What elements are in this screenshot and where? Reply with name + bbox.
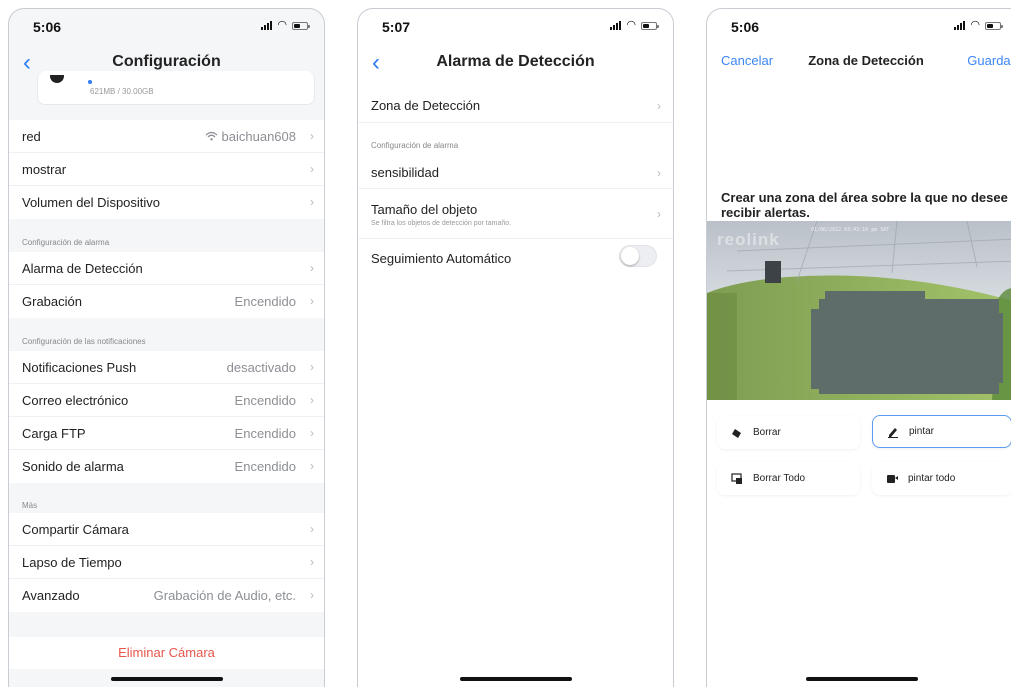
home-indicator	[110, 677, 223, 681]
camera-thumbnail	[50, 75, 64, 83]
row-display[interactable]: mostrar ›	[9, 153, 324, 186]
row-detection-alarm[interactable]: Alarma de Detección ›	[9, 252, 324, 285]
wifi-icon	[205, 131, 217, 141]
chevron-right-icon: ›	[657, 207, 661, 221]
settings-screen: 5:06 ◠ ‹ Configuración 621MB / 30.00GB r…	[8, 8, 325, 687]
row-detection-zone[interactable]: Zona de Detección ›	[358, 89, 673, 123]
row-object-size[interactable]: Tamaño del objeto Se filtra los objetos …	[358, 189, 673, 239]
chevron-right-icon: ›	[310, 195, 314, 209]
chevron-right-icon: ›	[310, 522, 314, 536]
chevron-right-icon: ›	[310, 129, 314, 143]
chevron-right-icon: ›	[657, 99, 661, 113]
row-volume[interactable]: Volumen del Dispositivo ›	[9, 186, 324, 219]
status-bar: 5:06 ◠	[707, 9, 1011, 45]
camera-card[interactable]: 621MB / 30.00GB	[37, 71, 315, 105]
notification-list: Notificaciones Push desactivado › Correo…	[9, 351, 324, 483]
paint-tool-button[interactable]: pintar	[872, 415, 1011, 448]
status-time: 5:06	[731, 19, 760, 35]
section-alarm: Configuración de alarma	[371, 141, 459, 150]
row-push[interactable]: Notificaciones Push desactivado ›	[9, 351, 324, 384]
auto-tracking-toggle[interactable]	[619, 245, 657, 267]
row-auto-tracking: Seguimiento Automático	[358, 239, 673, 277]
chevron-right-icon: ›	[310, 555, 314, 569]
erase-tool-button[interactable]: Borrar	[717, 416, 860, 449]
paint-all-button[interactable]: pintar todo	[872, 462, 1011, 495]
network-list: red baichuan608 › mostrar › Volumen del …	[9, 120, 324, 219]
status-bar: 5:06 ◠	[9, 9, 324, 45]
home-indicator	[806, 677, 918, 681]
row-sensitivity[interactable]: sensibilidad ›	[358, 156, 673, 189]
wifi-status-icon: ◠	[970, 19, 980, 31]
detection-zone-screen: 5:06 ◠ Cancelar Zona de Detección Guarda…	[706, 8, 1011, 687]
row-share-camera[interactable]: Compartir Cámara ›	[9, 513, 324, 546]
section-notifications: Configuración de las notificaciones	[22, 337, 146, 346]
signal-icon	[261, 21, 273, 30]
zone-list: Zona de Detección ›	[358, 89, 673, 123]
signal-icon	[954, 21, 966, 30]
nav-bar: ‹ Alarma de Detección	[358, 45, 673, 81]
detection-alarm-screen: 5:07 ◠ ‹ Alarma de Detección Zona de Det…	[357, 8, 674, 687]
wifi-status-icon: ◠	[626, 19, 636, 31]
chevron-right-icon: ›	[657, 166, 661, 180]
chevron-right-icon: ›	[310, 459, 314, 473]
status-bar: 5:07 ◠	[358, 9, 673, 45]
status-time: 5:07	[382, 19, 411, 35]
row-network[interactable]: red baichuan608 ›	[9, 120, 324, 153]
chevron-right-icon: ›	[310, 261, 314, 275]
alarm-settings-list: sensibilidad › Tamaño del objeto Se filt…	[358, 156, 673, 277]
chevron-right-icon: ›	[310, 426, 314, 440]
page-title: Zona de Detección	[808, 53, 924, 68]
battery-icon	[985, 21, 1003, 30]
row-email[interactable]: Correo electrónico Encendido ›	[9, 384, 324, 417]
row-siren[interactable]: Sonido de alarma Encendido ›	[9, 450, 324, 483]
chevron-right-icon: ›	[310, 393, 314, 407]
paint-all-icon	[887, 474, 898, 483]
battery-icon	[641, 21, 659, 30]
section-more: Más	[22, 501, 38, 510]
chevron-right-icon: ›	[310, 360, 314, 374]
section-alarm: Configuración de alarma	[22, 238, 110, 247]
more-list: Compartir Cámara › Lapso de Tiempo › Ava…	[9, 513, 324, 612]
status-time: 5:06	[33, 19, 62, 35]
chevron-right-icon: ›	[310, 588, 314, 602]
save-button[interactable]: Guardar	[967, 53, 1011, 68]
storage-indicator	[88, 80, 92, 84]
page-title: Alarma de Detección	[436, 53, 595, 70]
pencil-icon	[888, 427, 898, 438]
row-advanced[interactable]: Avanzado Grabación de Audio, etc. ›	[9, 579, 324, 612]
delete-camera-button[interactable]: Eliminar Cámara	[9, 637, 324, 669]
battery-icon	[292, 21, 310, 30]
eraser-icon	[732, 428, 741, 438]
wifi-status-icon: ◠	[277, 19, 287, 31]
camera-timestamp: 01/06/2022 03:43:10 pm SAT	[811, 227, 890, 233]
brand-watermark: reolink	[717, 230, 780, 249]
row-ftp[interactable]: Carga FTP Encendido ›	[9, 417, 324, 450]
clear-all-button[interactable]: Borrar Todo	[717, 462, 860, 495]
instruction-text: Crear una zona del área sobre la que no …	[721, 190, 1008, 220]
clear-all-icon	[731, 472, 742, 484]
chevron-right-icon: ›	[310, 294, 314, 308]
storage-usage: 621MB / 30.00GB	[90, 87, 154, 96]
home-indicator	[459, 677, 572, 681]
row-recording[interactable]: Grabación Encendido ›	[9, 285, 324, 318]
chevron-right-icon: ›	[310, 162, 314, 176]
page-title: Configuración	[112, 53, 221, 70]
alarm-list: Alarma de Detección › Grabación Encendid…	[9, 252, 324, 318]
camera-preview[interactable]: reolink 01/06/2022 03:43:10 pm SAT	[707, 221, 1011, 400]
signal-icon	[610, 21, 622, 30]
row-timelapse[interactable]: Lapso de Tiempo ›	[9, 546, 324, 579]
